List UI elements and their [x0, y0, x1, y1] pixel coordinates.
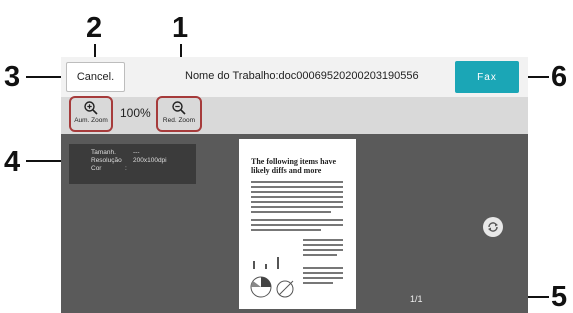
zoom-level: 100% — [120, 106, 151, 120]
rotate-icon — [488, 222, 498, 232]
zoom-in-label: Aum. Zoom — [74, 117, 108, 124]
text-line — [251, 181, 343, 183]
rotate-button[interactable] — [483, 217, 503, 237]
callout-number-4: 4 — [4, 146, 21, 178]
text-line — [303, 254, 337, 256]
text-line — [251, 206, 343, 208]
text-line — [251, 229, 321, 231]
zoom-out-icon — [172, 101, 186, 115]
page-counter: 1/1 — [410, 294, 423, 304]
zoom-out-label: Red. Zoom — [162, 117, 196, 124]
job-name-label: Nome do Trabalho:doc00069520200203190556 — [185, 70, 419, 82]
top-bar: Cancel. Nome do Trabalho:doc000695202002… — [61, 57, 528, 97]
size-label: Tamanh. — [91, 149, 116, 156]
preview-screen: Cancel. Nome do Trabalho:doc000695202002… — [61, 57, 528, 313]
text-line — [303, 249, 343, 251]
fax-button[interactable]: Fax — [455, 61, 519, 93]
document-info-panel: Tamanh. --- Resolução 200x100dpi Cor : — [69, 144, 196, 184]
resolution-label: Resolução — [91, 157, 122, 164]
text-line — [303, 277, 343, 279]
text-line — [251, 186, 343, 188]
text-line — [251, 211, 331, 213]
preview-heading-line2: likely diffs and more — [251, 166, 322, 175]
text-line — [303, 282, 333, 284]
text-line — [303, 239, 343, 241]
zoom-in-button[interactable]: Aum. Zoom — [71, 98, 111, 131]
color-value: : — [125, 165, 127, 172]
cancel-button[interactable]: Cancel. — [66, 62, 125, 92]
callout-number-5: 5 — [551, 281, 568, 313]
size-value: --- — [133, 149, 140, 156]
page-thumbnail[interactable]: The following items have likely diffs an… — [239, 139, 356, 309]
text-line — [251, 219, 343, 221]
zoom-in-icon — [84, 101, 98, 115]
text-line — [251, 196, 343, 198]
callout-number-2: 2 — [86, 12, 103, 44]
text-line — [251, 191, 343, 193]
text-line — [251, 201, 343, 203]
callout-number-1: 1 — [172, 12, 189, 44]
text-line — [303, 267, 343, 269]
text-line — [303, 272, 343, 274]
callout-number-6: 6 — [551, 61, 568, 93]
preview-illustration — [250, 257, 294, 298]
text-line — [303, 244, 343, 246]
callout-number-3: 3 — [4, 61, 21, 93]
preview-heading-line1: The following items have — [251, 157, 337, 166]
zoom-out-button[interactable]: Red. Zoom — [159, 98, 199, 131]
resolution-value: 200x100dpi — [133, 157, 167, 164]
color-label: Cor — [91, 165, 102, 172]
text-line — [251, 224, 343, 226]
